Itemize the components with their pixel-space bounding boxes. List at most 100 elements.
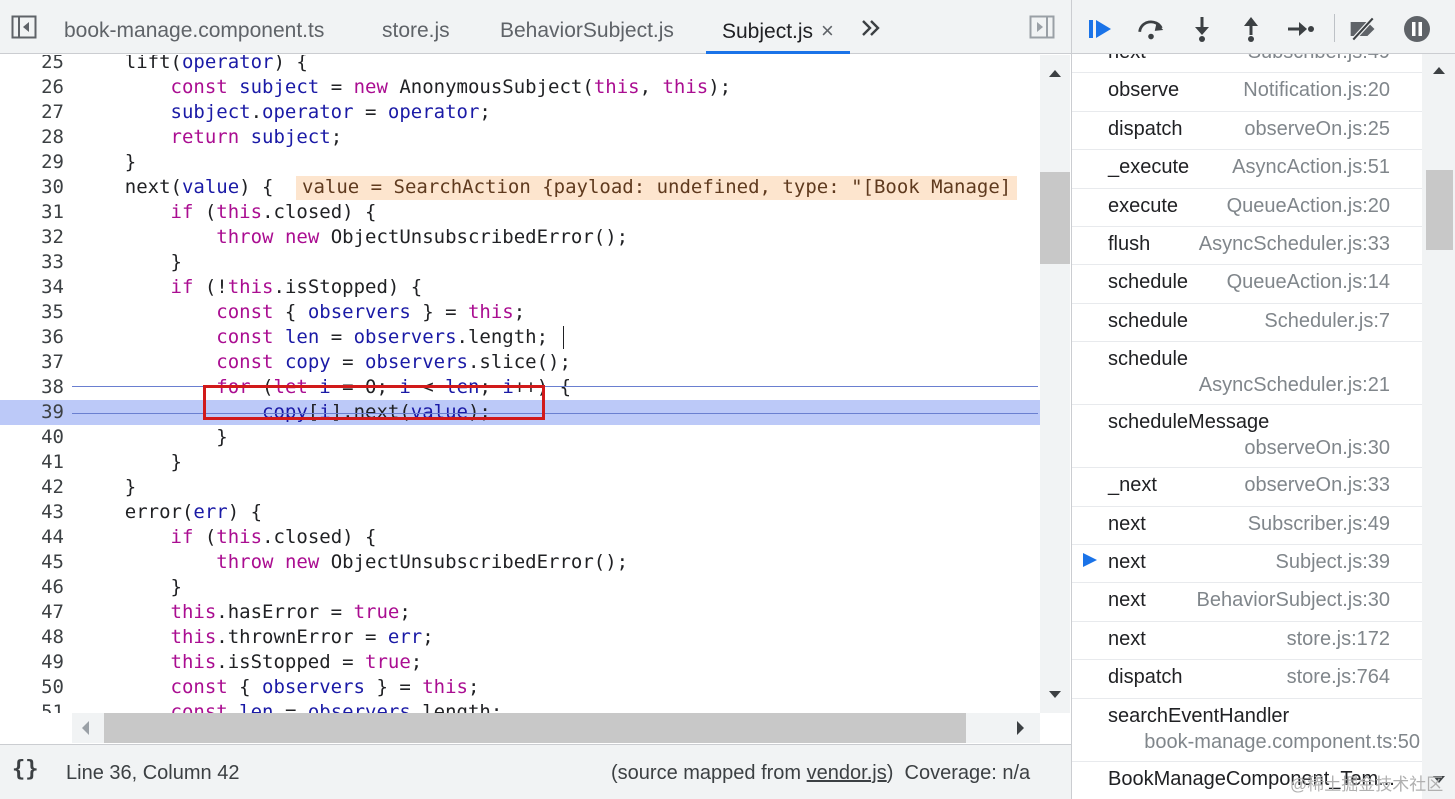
- line-number[interactable]: 47: [0, 600, 64, 625]
- code-line-29[interactable]: 29 }: [0, 150, 1040, 175]
- code-line-34[interactable]: 34 if (!this.isStopped) {: [0, 275, 1040, 300]
- line-number[interactable]: 34: [0, 275, 64, 300]
- tab-subject[interactable]: Subject.js ×: [706, 0, 850, 54]
- line-number[interactable]: 35: [0, 300, 64, 325]
- line-number[interactable]: 42: [0, 475, 64, 500]
- call-stack-frame[interactable]: scheduleMessage observeOn.js:30: [1072, 405, 1422, 469]
- line-number[interactable]: 27: [0, 100, 64, 125]
- call-stack-frame[interactable]: _execute AsyncAction.js:51: [1072, 150, 1422, 189]
- line-number[interactable]: 44: [0, 525, 64, 550]
- step-into-icon[interactable]: [1187, 15, 1217, 43]
- scroll-thumb[interactable]: [1040, 172, 1070, 264]
- line-number[interactable]: 51: [0, 700, 64, 713]
- line-number[interactable]: 43: [0, 500, 64, 525]
- line-number[interactable]: 38: [0, 375, 64, 400]
- code-line-33[interactable]: 33 }: [0, 250, 1040, 275]
- code-line-43[interactable]: 43 error(err) {: [0, 500, 1040, 525]
- call-stack-frame[interactable]: next store.js:172: [1072, 622, 1422, 661]
- line-number[interactable]: 30: [0, 175, 64, 200]
- code-editor[interactable]: 25 lift(operator) {26 const subject = ne…: [0, 55, 1040, 713]
- frame-location: AsyncAction.js:51: [1232, 156, 1390, 179]
- code-line-46[interactable]: 46 }: [0, 575, 1040, 600]
- call-stack-frame[interactable]: dispatch store.js:764: [1072, 660, 1422, 699]
- scroll-thumb[interactable]: [1426, 170, 1453, 250]
- line-number[interactable]: 36: [0, 325, 64, 350]
- step-over-icon[interactable]: [1136, 15, 1166, 43]
- code-line-32[interactable]: 32 throw new ObjectUnsubscribedError();: [0, 225, 1040, 250]
- code-line-50[interactable]: 50 const { observers } = this;: [0, 675, 1040, 700]
- code-line-36[interactable]: 36 const len = observers.length;: [0, 325, 1040, 350]
- code-line-47[interactable]: 47 this.hasError = true;: [0, 600, 1040, 625]
- pause-icon[interactable]: [1402, 15, 1432, 43]
- code-line-49[interactable]: 49 this.isStopped = true;: [0, 650, 1040, 675]
- close-icon[interactable]: ×: [821, 18, 834, 43]
- call-stack-frame[interactable]: execute QueueAction.js:20: [1072, 189, 1422, 227]
- tab-book-manage-component[interactable]: book-manage.component.ts: [64, 0, 324, 54]
- cursor-position: Line 36, Column 42: [66, 762, 240, 784]
- line-number[interactable]: 45: [0, 550, 64, 575]
- code-horizontal-scrollbar[interactable]: [72, 713, 1040, 743]
- line-number[interactable]: 49: [0, 650, 64, 675]
- line-number[interactable]: 40: [0, 425, 64, 450]
- code-line-31[interactable]: 31 if (this.closed) {: [0, 200, 1040, 225]
- code-line-27[interactable]: 27 subject.operator = operator;: [0, 100, 1040, 125]
- step-icon[interactable]: [1285, 15, 1315, 43]
- call-stack-frame[interactable]: dispatch observeOn.js:25: [1072, 112, 1422, 151]
- deactivate-breakpoints-icon[interactable]: [1348, 15, 1378, 43]
- code-line-26[interactable]: 26 const subject = new AnonymousSubject(…: [0, 75, 1040, 100]
- call-stack-frame[interactable]: searchEventHandler book-manage.component.…: [1072, 699, 1422, 762]
- code-line-42[interactable]: 42 }: [0, 475, 1040, 500]
- line-number[interactable]: 39: [0, 400, 64, 425]
- scroll-down-icon[interactable]: [1048, 687, 1062, 705]
- code-line-45[interactable]: 45 throw new ObjectUnsubscribedError();: [0, 550, 1040, 575]
- line-number[interactable]: 37: [0, 350, 64, 375]
- line-number[interactable]: 33: [0, 250, 64, 275]
- step-out-icon[interactable]: [1236, 15, 1266, 43]
- line-number[interactable]: 28: [0, 125, 64, 150]
- line-number[interactable]: 48: [0, 625, 64, 650]
- line-number[interactable]: 32: [0, 225, 64, 250]
- call-stack-frame[interactable]: schedule Scheduler.js:7: [1072, 304, 1422, 343]
- code-line-44[interactable]: 44 if (this.closed) {: [0, 525, 1040, 550]
- code-line-48[interactable]: 48 this.thrownError = err;: [0, 625, 1040, 650]
- scroll-right-icon[interactable]: [1016, 720, 1026, 741]
- code-line-25[interactable]: 25 lift(operator) {: [0, 55, 1040, 75]
- line-number[interactable]: 46: [0, 575, 64, 600]
- code-line-30[interactable]: 30 next(value) {value = SearchAction {pa…: [0, 175, 1040, 200]
- line-number[interactable]: 25: [0, 55, 64, 75]
- debugger-toggle-icon[interactable]: [1028, 13, 1056, 41]
- code-line-37[interactable]: 37 const copy = observers.slice();: [0, 350, 1040, 375]
- code-line-51[interactable]: 51 const len = observers.length;: [0, 700, 1040, 713]
- call-stack-frame[interactable]: observe Notification.js:20: [1072, 73, 1422, 112]
- code-line-41[interactable]: 41 }: [0, 450, 1040, 475]
- resume-icon[interactable]: [1086, 15, 1116, 43]
- call-stack-frame[interactable]: schedule QueueAction.js:14: [1072, 265, 1422, 304]
- line-number[interactable]: 31: [0, 200, 64, 225]
- call-stack-frame[interactable]: _next observeOn.js:33: [1072, 468, 1422, 507]
- code-line-35[interactable]: 35 const { observers } = this;: [0, 300, 1040, 325]
- call-stack-frame[interactable]: next Subscriber.js:49: [1072, 507, 1422, 545]
- call-stack-frame[interactable]: next Subscriber.js:49: [1072, 54, 1422, 74]
- chevron-double-right-icon[interactable]: [860, 16, 882, 40]
- line-number[interactable]: 29: [0, 150, 64, 175]
- pretty-print-button[interactable]: {}: [12, 757, 39, 782]
- sidebar-toggle-icon[interactable]: [10, 13, 38, 41]
- call-stack-frame[interactable]: next BehaviorSubject.js:30: [1072, 583, 1422, 622]
- source-map-link[interactable]: vendor.js: [807, 762, 887, 784]
- tab-store[interactable]: store.js: [382, 0, 450, 54]
- scroll-up-icon[interactable]: [1048, 65, 1062, 83]
- tab-behavior-subject[interactable]: BehaviorSubject.js: [500, 0, 674, 54]
- call-stack-frame[interactable]: flush AsyncScheduler.js:33: [1072, 227, 1422, 266]
- scroll-up-icon[interactable]: [1432, 62, 1446, 80]
- line-number[interactable]: 41: [0, 450, 64, 475]
- scroll-thumb[interactable]: [104, 713, 966, 743]
- code-vertical-scrollbar[interactable]: [1040, 55, 1070, 713]
- call-stack-scrollbar[interactable]: [1422, 54, 1455, 799]
- call-stack-frame[interactable]: schedule AsyncScheduler.js:21: [1072, 342, 1422, 406]
- code-line-40[interactable]: 40 }: [0, 425, 1040, 450]
- line-number[interactable]: 26: [0, 75, 64, 100]
- call-stack-frame[interactable]: next Subject.js:39: [1072, 545, 1422, 584]
- code-line-28[interactable]: 28 return subject;: [0, 125, 1040, 150]
- line-number[interactable]: 50: [0, 675, 64, 700]
- scroll-left-icon[interactable]: [80, 720, 90, 741]
